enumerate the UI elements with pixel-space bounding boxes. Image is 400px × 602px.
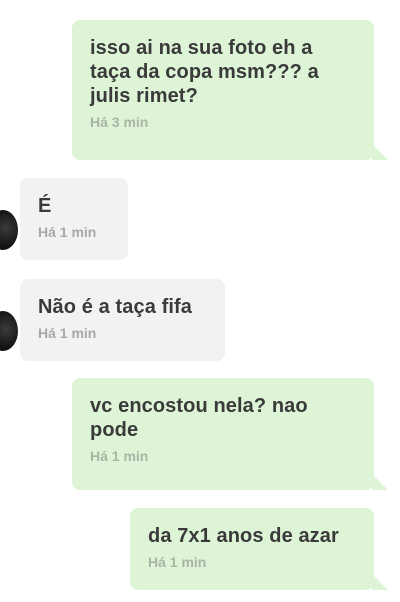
message-text: da 7x1 anos de azar <box>148 525 339 547</box>
message-bubble-received: Não é a taça fifa Há 1 min <box>20 279 225 361</box>
message-bubble-received: É Há 1 min <box>20 178 128 260</box>
message-timestamp: Há 1 min <box>38 224 97 240</box>
message-timestamp: Há 3 min <box>90 114 149 130</box>
message-timestamp: Há 1 min <box>148 554 207 570</box>
message-timestamp: Há 1 min <box>38 325 97 341</box>
message-text: vc encostou nela? nao pode <box>90 395 308 441</box>
message-bubble-sent: vc encostou nela? nao pode Há 1 min <box>72 378 388 490</box>
message-bubble-sent: da 7x1 anos de azar Há 1 min <box>130 508 388 590</box>
contact-avatar[interactable] <box>0 210 18 250</box>
message-text: Não é a taça fifa <box>38 296 192 318</box>
message-text: isso ai na sua foto eh a taça da copa ms… <box>90 37 319 107</box>
message-bubble-sent: isso ai na sua foto eh a taça da copa ms… <box>72 20 388 160</box>
contact-avatar[interactable] <box>0 311 18 351</box>
message-timestamp: Há 1 min <box>90 448 149 464</box>
message-text: É <box>38 195 52 217</box>
